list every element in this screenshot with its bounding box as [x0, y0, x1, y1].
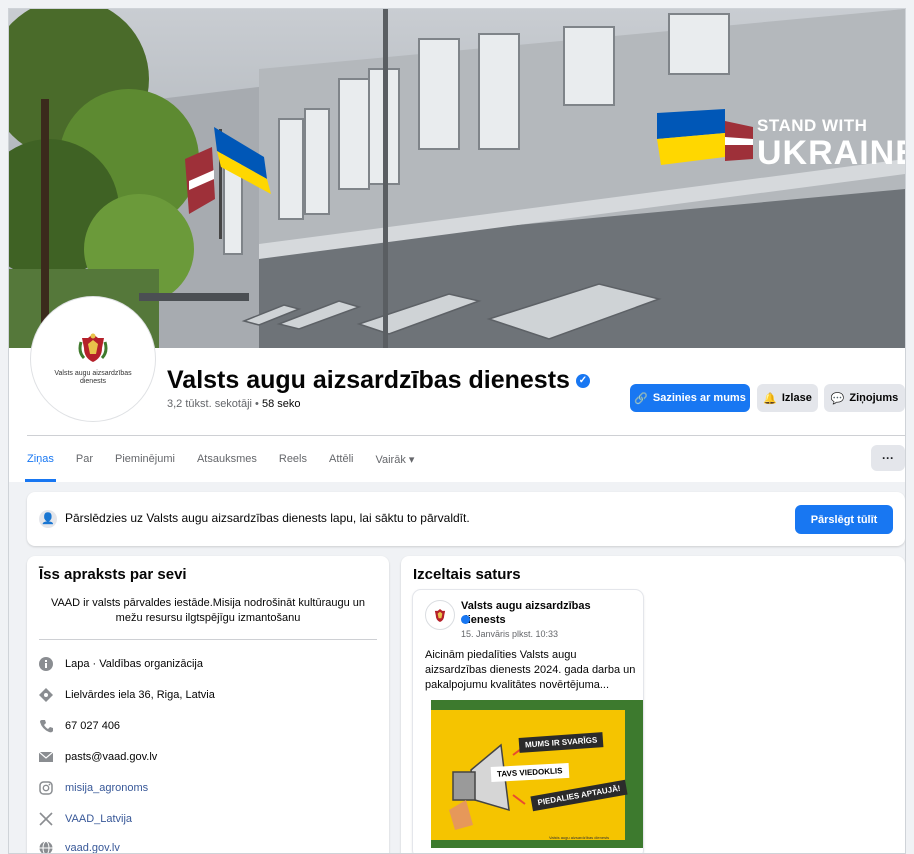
- tab-photos[interactable]: Attēli: [329, 446, 353, 482]
- page-name: Valsts augu aizsardzības dienests: [167, 366, 570, 394]
- profile-tabs: Ziņas Par Pieminējumi Atsauksmes Reels A…: [25, 446, 436, 482]
- header-divider: [27, 435, 905, 436]
- intro-item-text: Lielvārdes iela 36, Riga, Latvia: [65, 689, 215, 701]
- intro-item-email: pasts@vaad.gov.lv: [39, 750, 157, 764]
- info-icon: [39, 657, 53, 671]
- avatar[interactable]: Valsts augu aizsardzības dienests: [31, 297, 155, 421]
- follower-stats: 3,2 tūkst. sekotāji • 58 seko: [167, 398, 301, 410]
- link-icon: 🔗: [634, 392, 648, 405]
- intro-card: Īss apraksts par sevi VAAD ir valsts pār…: [27, 556, 389, 853]
- stats-separator: •: [252, 398, 262, 410]
- location-icon: [39, 688, 53, 702]
- switch-profile-banner: 👤 Pārslēdzies uz Valsts augu aizsardzība…: [27, 492, 905, 546]
- globe-icon: [39, 841, 53, 853]
- coat-of-arms-icon: [78, 333, 108, 363]
- intro-divider: [39, 639, 377, 640]
- message-button[interactable]: 💬 Ziņojums: [824, 384, 905, 412]
- banner-line-2: UKRAINE: [757, 134, 905, 172]
- featured-title: Izceltais saturs: [413, 566, 521, 583]
- tab-more[interactable]: Vairāk ▾: [375, 446, 414, 482]
- followers-count[interactable]: 3,2 tūkst. sekotāji: [167, 398, 252, 410]
- tab-about[interactable]: Par: [76, 446, 93, 482]
- intro-item-text: 67 027 406: [65, 720, 121, 732]
- intro-item-address: Lielvārdes iela 36, Riga, Latvia: [39, 688, 215, 702]
- cover-illustration: [9, 9, 905, 348]
- intro-item-instagram[interactable]: misija_agronoms: [39, 781, 148, 795]
- tab-posts[interactable]: Ziņas: [25, 446, 56, 482]
- intro-item-website[interactable]: vaad.gov.lv: [39, 841, 120, 853]
- intro-item-phone: 67 027 406: [39, 719, 120, 733]
- instagram-icon: [39, 781, 53, 795]
- post-avatar[interactable]: [425, 600, 455, 630]
- verified-badge-icon: ✓: [575, 374, 590, 389]
- favorites-button[interactable]: 🔔 Izlase: [757, 384, 818, 412]
- intro-item-text: pasts@vaad.gov.lv: [65, 751, 158, 763]
- cover-photo[interactable]: STAND WITH UKRAINE: [9, 9, 905, 348]
- survey-caption: Valsts augu aizsardzības dienests: [549, 835, 610, 840]
- post-body: Aicinām piedalīties Valsts augu aizsardz…: [425, 649, 636, 691]
- featured-card: Izceltais saturs Valsts augu aizsardzība…: [401, 556, 905, 853]
- message-button-label: Ziņojums: [849, 392, 899, 404]
- avatar-caption: Valsts augu aizsardzības dienests: [54, 370, 132, 385]
- email-icon: [39, 750, 53, 764]
- website-link[interactable]: vaad.gov.lv: [65, 842, 120, 853]
- verified-badge-icon: [461, 615, 470, 624]
- phone-icon: [39, 719, 53, 733]
- messenger-icon: 💬: [830, 392, 845, 405]
- following-count[interactable]: 58 seko: [262, 398, 301, 410]
- tab-reviews[interactable]: Atsauksmes: [197, 446, 257, 482]
- coat-of-arms-icon: [434, 608, 446, 622]
- intro-item-text: Lapa · Valdības organizācija: [65, 658, 203, 670]
- favorites-button-label: Izlase: [781, 392, 812, 404]
- switch-profile-text: Pārslēdzies uz Valsts augu aizsardzības …: [65, 511, 470, 525]
- x-icon: [39, 812, 53, 826]
- tab-mentions[interactable]: Pieminējumi: [115, 446, 175, 482]
- post-date[interactable]: 15. Janvāris plkst. 10:33: [461, 629, 558, 639]
- intro-title: Īss apraksts par sevi: [39, 566, 187, 583]
- featured-post[interactable]: Valsts augu aizsardzības dienests 15. Ja…: [413, 590, 643, 853]
- post-image[interactable]: MUMS IR SVARĪGS TAVS VIEDOKLIS PIEDALIES…: [431, 700, 643, 848]
- page-title: Valsts augu aizsardzības dienests ✓: [167, 366, 590, 395]
- x-link[interactable]: VAAD_Latvija: [65, 813, 132, 825]
- intro-item-category: Lapa · Valdības organizācija: [39, 657, 203, 671]
- post-author[interactable]: Valsts augu aizsardzības dienests: [461, 599, 637, 627]
- contact-button-label: Sazinies ar mums: [652, 392, 746, 404]
- intro-item-x[interactable]: VAAD_Latvija: [39, 812, 132, 826]
- tab-reels[interactable]: Reels: [279, 446, 307, 482]
- instagram-link[interactable]: misija_agronoms: [65, 782, 148, 794]
- contact-button[interactable]: 🔗 Sazinies ar mums: [630, 384, 750, 412]
- intro-bio: VAAD ir valsts pārvaldes iestāde.Misija …: [50, 597, 366, 624]
- switch-profile-icon: 👤: [39, 510, 57, 528]
- bell-icon: 🔔: [763, 392, 777, 405]
- page-frame: STAND WITH UKRAINE Valsts augu aizsardzī…: [8, 8, 906, 854]
- stand-with-ukraine-banner: STAND WITH UKRAINE: [757, 117, 905, 170]
- more-options-button[interactable]: ···: [871, 445, 905, 471]
- banner-line-1: STAND WITH: [757, 116, 868, 135]
- switch-now-button[interactable]: Pārslēgt tūlīt: [795, 505, 893, 534]
